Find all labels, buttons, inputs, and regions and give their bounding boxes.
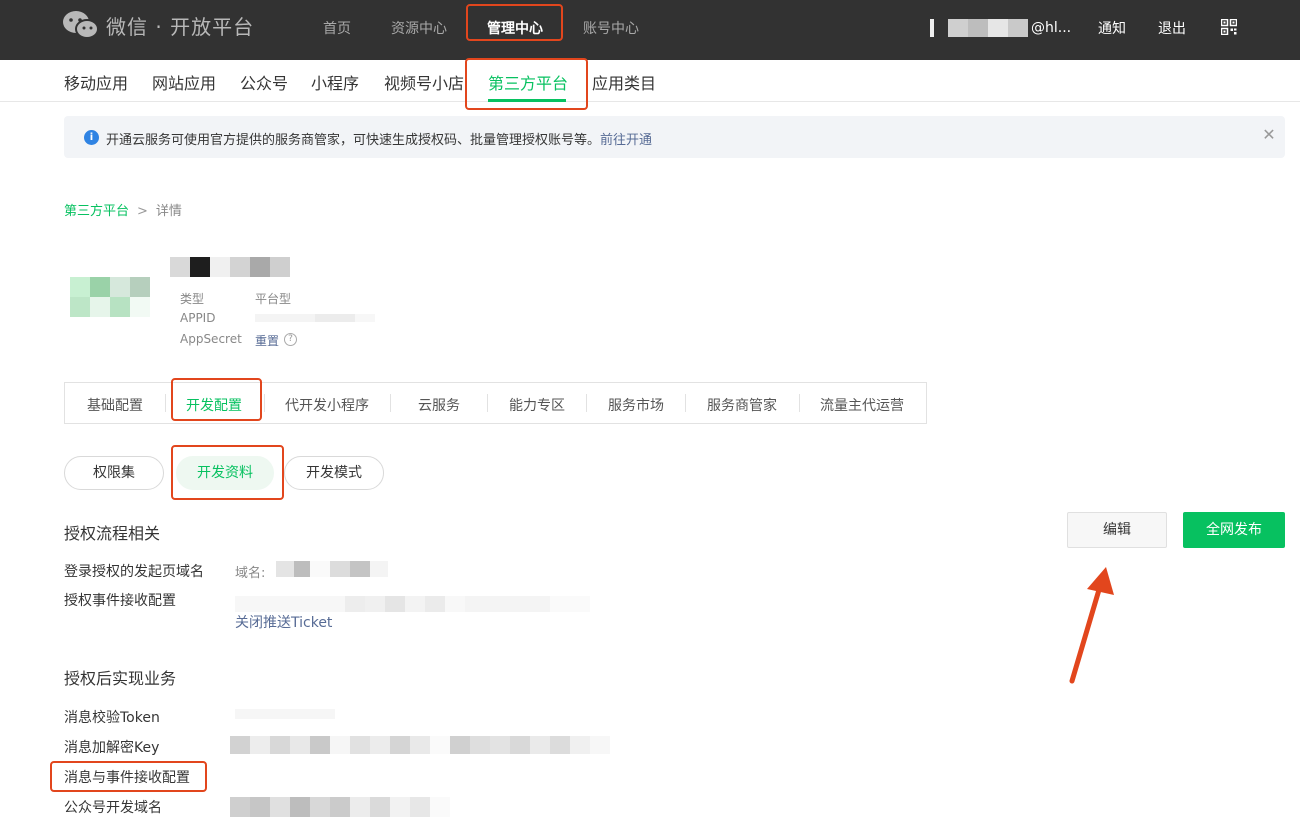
oa-dev-domain-label: 公众号开发域名: [64, 800, 162, 816]
subnav-channels-store[interactable]: 视频号小店: [384, 70, 464, 94]
tab-divider: [390, 394, 391, 412]
msg-token-masked: [235, 709, 335, 719]
logout-link[interactable]: 退出: [1158, 18, 1186, 38]
edit-button[interactable]: 编辑: [1067, 512, 1167, 548]
qrcode-icon[interactable]: [1221, 19, 1237, 35]
tab-divider: [264, 394, 265, 412]
auth-event-masked: [235, 596, 590, 612]
type-label: 类型: [180, 292, 205, 306]
annotation-arrow-icon: [1069, 567, 1114, 684]
tab-provider-steward[interactable]: 服务商管家: [707, 395, 777, 415]
appid-label: APPID: [180, 311, 216, 325]
nav-account-center[interactable]: 账号中心: [583, 18, 639, 38]
tab-divider: [799, 394, 800, 412]
tab-dev-mini-program[interactable]: 代开发小程序: [285, 395, 369, 415]
info-icon: i: [84, 130, 99, 145]
annotation-box-third-party: [465, 58, 588, 110]
close-icon[interactable]: ✕: [1261, 127, 1277, 143]
tab-divider: [586, 394, 587, 412]
email-text: @hl...: [1031, 20, 1072, 36]
app-name-masked: [170, 257, 290, 277]
breadcrumb: 第三方平台 > 详情: [64, 200, 182, 219]
oa-dev-domain-masked: [230, 797, 450, 817]
section-post-auth-title: 授权后实现业务: [64, 669, 177, 688]
msg-key-masked: [230, 736, 610, 754]
type-value: 平台型: [255, 292, 292, 306]
pill-permission-set[interactable]: 权限集: [64, 456, 164, 490]
subnav-app-category[interactable]: 应用类目: [592, 70, 656, 94]
appid-masked: [255, 314, 375, 322]
annotation-box-dev-info: [171, 445, 284, 500]
subnav-mini-program[interactable]: 小程序: [311, 70, 359, 94]
reset-secret-link[interactable]: 重置: [255, 332, 279, 349]
tab-service-market[interactable]: 服务市场: [608, 395, 664, 415]
annotation-box-msg-event: [50, 761, 207, 792]
top-bar: 微信 · 开放平台 首页 资源中心 管理中心 账号中心 @hl... 通知 退出: [0, 0, 1300, 60]
app-avatar: [70, 277, 150, 317]
appsecret-label: AppSecret: [180, 332, 242, 346]
auth-domain-label: 登录授权的发起页域名: [64, 564, 204, 580]
auth-event-label: 授权事件接收配置: [64, 593, 176, 609]
user-email[interactable]: @hl...: [930, 18, 1071, 38]
tab-capability-zone[interactable]: 能力专区: [509, 395, 565, 415]
auth-domain-prefix: 域名:: [235, 566, 266, 581]
breadcrumb-separator: >: [137, 204, 148, 219]
breadcrumb-current: 详情: [155, 204, 182, 219]
tab-basic-config[interactable]: 基础配置: [87, 395, 143, 415]
section-auth-flow-title: 授权流程相关: [64, 524, 161, 543]
notice-banner: i 开通云服务可使用官方提供的服务商管家，可快速生成授权码、批量管理授权账号等。…: [64, 116, 1285, 158]
annotation-box-dev-config: [171, 378, 262, 421]
help-icon[interactable]: ?: [284, 333, 297, 346]
msg-key-label: 消息加解密Key: [64, 740, 160, 756]
subnav-official-account[interactable]: 公众号: [240, 70, 288, 94]
tab-divider: [487, 394, 488, 412]
pill-dev-mode[interactable]: 开发模式: [284, 456, 384, 490]
publish-button[interactable]: 全网发布: [1183, 512, 1285, 548]
brand[interactable]: 微信 · 开放平台: [62, 10, 254, 40]
subnav-website-app[interactable]: 网站应用: [152, 70, 216, 94]
close-ticket-push-link[interactable]: 关闭推送Ticket: [235, 612, 332, 632]
msg-token-label: 消息校验Token: [64, 710, 160, 726]
nav-home[interactable]: 首页: [323, 18, 351, 38]
tab-divider: [165, 394, 166, 412]
wechat-logo-icon: [63, 11, 99, 39]
nav-resource-center[interactable]: 资源中心: [391, 18, 447, 38]
subnav-mobile-app[interactable]: 移动应用: [64, 70, 128, 94]
tab-traffic-ops[interactable]: 流量主代运营: [820, 395, 904, 415]
brand-name: 微信 · 开放平台: [106, 14, 255, 39]
notice-link[interactable]: 前往开通: [600, 133, 652, 148]
breadcrumb-parent[interactable]: 第三方平台: [64, 204, 129, 219]
notice-text: 开通云服务可使用官方提供的服务商管家，可快速生成授权码、批量管理授权账号等。前往…: [106, 133, 653, 148]
tab-divider: [685, 394, 686, 412]
annotation-box-management: [466, 4, 563, 41]
auth-domain-masked: [276, 561, 388, 577]
sub-nav: 移动应用 网站应用 公众号 小程序 视频号小店 第三方平台 应用类目: [0, 60, 1300, 102]
tab-cloud-service[interactable]: 云服务: [418, 395, 460, 415]
notify-link[interactable]: 通知: [1098, 18, 1126, 38]
